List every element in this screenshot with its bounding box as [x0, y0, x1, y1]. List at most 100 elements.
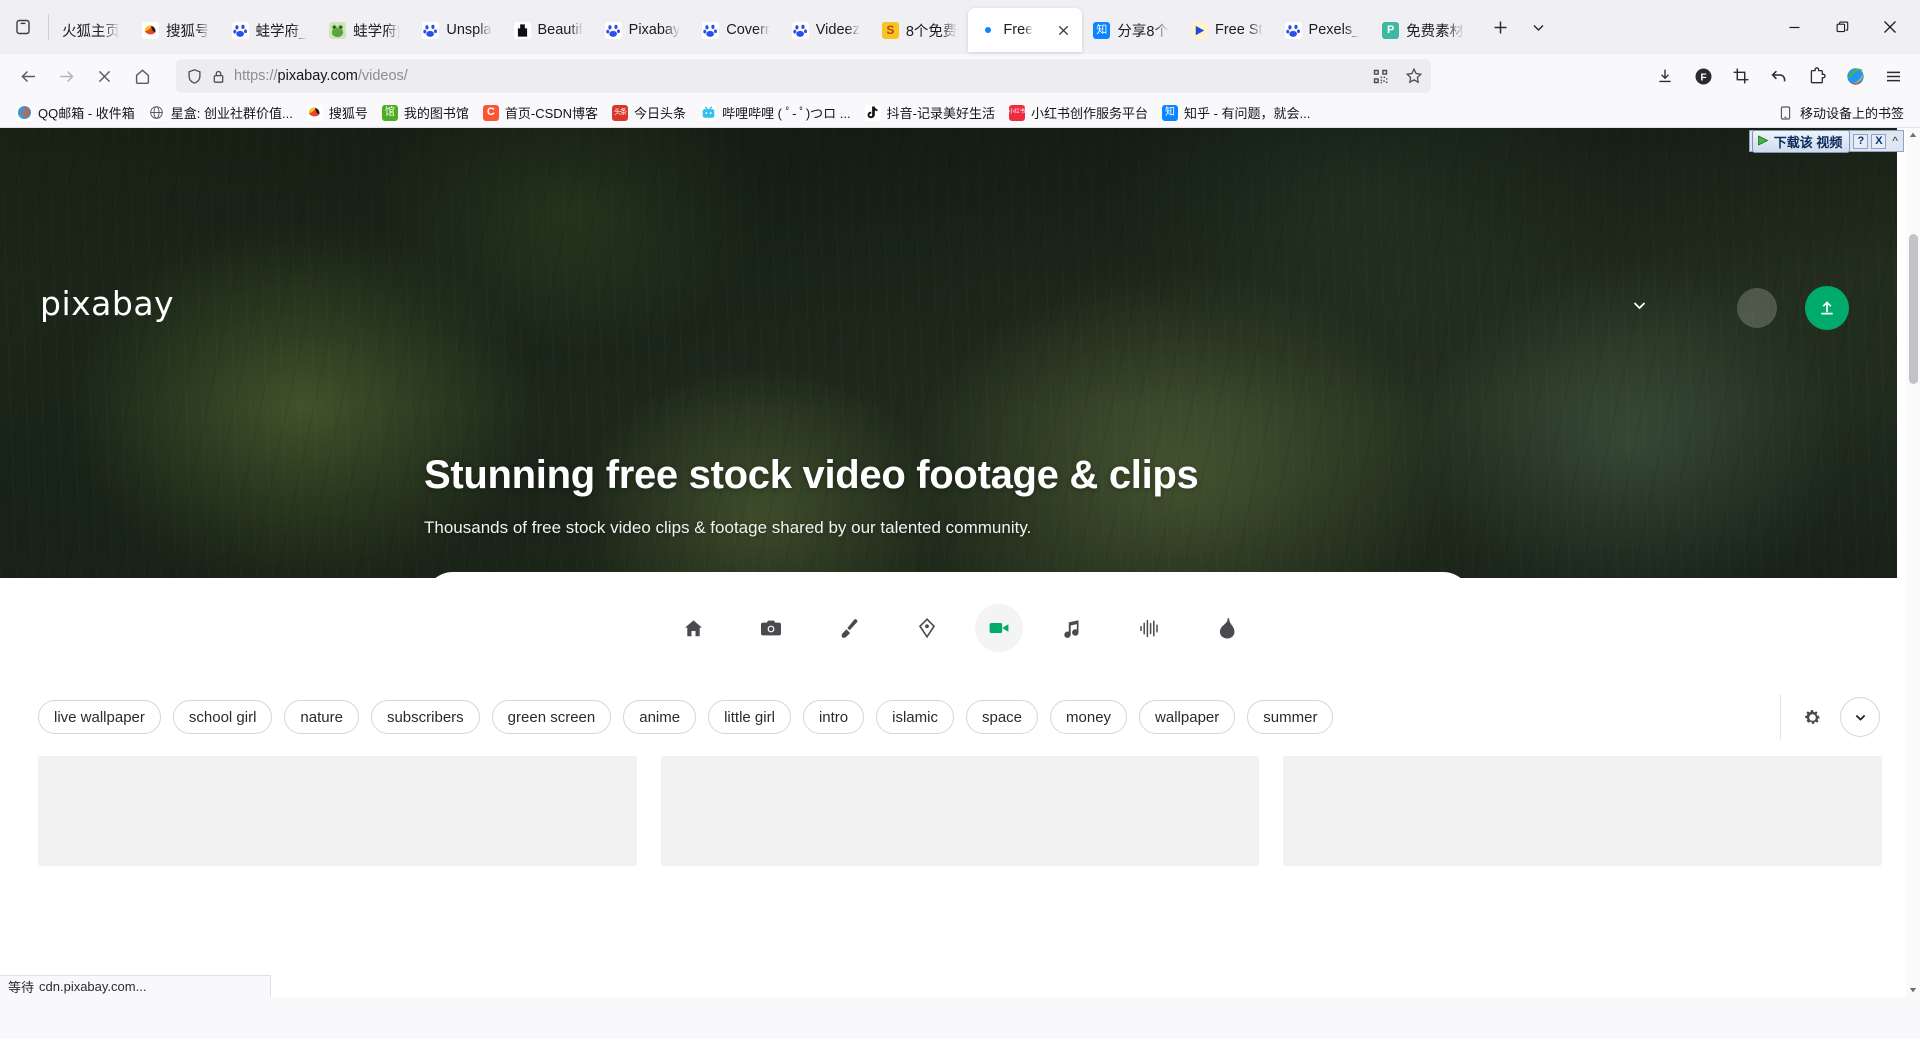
category-vectors-pen-icon[interactable]: [897, 604, 957, 652]
category-photos-camera-icon[interactable]: [741, 604, 801, 652]
firefox-account-icon[interactable]: F: [1686, 59, 1720, 93]
site-nav-chevron-down-icon[interactable]: [1630, 296, 1649, 320]
tag-chip[interactable]: islamic: [876, 700, 954, 734]
home-icon[interactable]: [124, 59, 160, 93]
new-tab-button[interactable]: [1481, 8, 1519, 46]
tab-unsplash[interactable]: Unspla: [411, 8, 502, 52]
avatar[interactable]: [1737, 288, 1777, 328]
expand-tags-chevron-down-icon[interactable]: [1840, 697, 1880, 737]
scrollbar-thumb[interactable]: [1909, 234, 1918, 384]
tag-chip[interactable]: intro: [802, 700, 865, 734]
category-illustrations-brush-icon[interactable]: [819, 604, 879, 652]
download-helper-help-button[interactable]: ?: [1853, 133, 1869, 149]
download-video-button[interactable]: 下载该 视频: [1751, 129, 1851, 153]
tag-chip[interactable]: anime: [623, 700, 697, 734]
tab-close-icon[interactable]: [1055, 22, 1071, 38]
sidebar-toggle-icon[interactable]: [0, 0, 46, 54]
tag-chip[interactable]: little girl: [708, 700, 791, 734]
bookmark-xinghe[interactable]: 星盒: 创业社群价值...: [143, 100, 299, 125]
baidu-favicon: [422, 21, 440, 39]
extension-puzzle-icon[interactable]: [1800, 59, 1834, 93]
category-gifs-flame-icon[interactable]: [1197, 604, 1257, 652]
bookmark-toutiao[interactable]: 头条 今日头条: [606, 100, 692, 125]
result-card-placeholder[interactable]: [660, 756, 1260, 866]
hero-overlay: [0, 128, 1897, 578]
downloads-icon[interactable]: [1648, 59, 1682, 93]
bookmark-xiaohongshu[interactable]: 小红书 小红书创作服务平台: [1003, 100, 1154, 125]
download-helper-collapse-button[interactable]: ^: [1889, 134, 1901, 148]
tab-free-material[interactable]: P 免费素材: [1371, 8, 1475, 52]
tab-sohu[interactable]: 搜狐号: [131, 8, 221, 52]
lock-icon[interactable]: [211, 69, 226, 84]
hero-banner: pixabay Stunning free stock video footag…: [0, 128, 1897, 578]
tab-pixabay-other[interactable]: Pixabay: [594, 8, 692, 52]
tab-videezy[interactable]: Videez: [781, 8, 871, 52]
tab-pexels[interactable]: Pexels_: [1274, 8, 1372, 52]
bookmark-sohu[interactable]: 搜狐号: [301, 100, 374, 125]
bookmark-zhihu[interactable]: 知 知乎 - 有问题，就会...: [1156, 100, 1316, 125]
category-home-icon[interactable]: [663, 604, 723, 652]
window-minimize-button[interactable]: [1770, 3, 1818, 51]
category-music-note-icon[interactable]: [1041, 604, 1101, 652]
tag-chip[interactable]: subscribers: [370, 700, 480, 734]
tag-chip[interactable]: summer: [1247, 700, 1334, 734]
tag-chip[interactable]: school girl: [172, 700, 273, 734]
undo-icon[interactable]: [1762, 59, 1796, 93]
tag-chip[interactable]: space: [965, 700, 1039, 734]
douyin-icon: [864, 104, 881, 121]
upload-button[interactable]: [1805, 286, 1849, 330]
tag-chip[interactable]: live wallpaper: [38, 700, 161, 734]
bookmark-qq-mail[interactable]: QQ邮箱 - 收件箱: [10, 100, 141, 125]
scrollbar-up-arrow-icon[interactable]: [1906, 128, 1920, 142]
tag-chip[interactable]: money: [1050, 700, 1128, 734]
tag-chip[interactable]: nature: [284, 700, 359, 734]
toutiao-icon: 头条: [612, 104, 629, 121]
csdn-icon: C: [482, 104, 499, 121]
bookmark-label: 今日头条: [634, 106, 687, 121]
bookmark-csdn[interactable]: C 首页-CSDN博客: [477, 100, 604, 125]
window-controls: [1770, 0, 1914, 54]
bookmark-bilibili[interactable]: 哔哩哔哩 ( ﾟ- ﾟ)つロ ...: [694, 100, 857, 125]
status-bar-prefix: 等待: [8, 980, 35, 995]
shield-icon[interactable]: [186, 68, 203, 85]
tab-firefox-home[interactable]: 火狐主页: [51, 8, 131, 52]
page-scrollbar[interactable]: [1906, 128, 1920, 997]
window-close-button[interactable]: [1866, 3, 1914, 51]
bookmark-douyin[interactable]: 抖音-记录美好生活: [859, 100, 1001, 125]
tab-beautiful[interactable]: Beautif: [503, 8, 594, 52]
screenshot-crop-icon[interactable]: [1724, 59, 1758, 93]
qr-code-icon[interactable]: [1372, 68, 1389, 85]
internet-download-manager-icon[interactable]: [1838, 59, 1872, 93]
beautiful-favicon: [513, 21, 531, 39]
tab-sogou-8free[interactable]: S 8个免费: [871, 8, 969, 52]
result-card-placeholder[interactable]: [1283, 756, 1883, 866]
result-card-placeholder[interactable]: [38, 756, 637, 866]
bookmark-label: 首页-CSDN博客: [504, 106, 599, 121]
tag-row-actions: [1780, 694, 1880, 740]
tag-chip[interactable]: wallpaper: [1139, 700, 1236, 734]
tab-free-active[interactable]: Free: [968, 8, 1083, 52]
download-helper-close-button[interactable]: X: [1871, 133, 1887, 149]
category-sound-effects-waveform-icon[interactable]: [1119, 604, 1179, 652]
tab-coverr[interactable]: Coverr: [691, 8, 781, 52]
bookmark-mobile-folder[interactable]: 移动设备上的书签: [1772, 100, 1910, 125]
list-all-tabs-button[interactable]: [1519, 8, 1557, 46]
stop-loading-icon[interactable]: [86, 59, 122, 93]
tab-wa-xuefu-1[interactable]: 蛙学府_: [221, 8, 319, 52]
address-bar[interactable]: https://pixabay.com/videos/: [176, 59, 1431, 93]
app-menu-icon[interactable]: [1876, 59, 1910, 93]
scrollbar-down-arrow-icon[interactable]: [1906, 983, 1920, 997]
window-maximize-button[interactable]: [1818, 3, 1866, 51]
tab-zhihu-share[interactable]: 知 分享8个: [1082, 8, 1180, 52]
hero-search-bar[interactable]: [424, 572, 1472, 578]
tag-chip[interactable]: green screen: [491, 700, 612, 734]
category-videos-camcorder-icon[interactable]: [975, 604, 1023, 652]
forward-arrow-icon[interactable]: [48, 59, 84, 93]
bookmark-star-icon[interactable]: [1405, 67, 1423, 85]
tab-wa-xuefu-2[interactable]: 蛙学府|: [318, 8, 411, 52]
gear-icon[interactable]: [1803, 708, 1822, 727]
back-arrow-icon[interactable]: [10, 59, 46, 93]
tab-free-stock[interactable]: Free St: [1180, 8, 1274, 52]
bookmark-360doc[interactable]: 馆 我的图书馆: [376, 100, 475, 125]
pixabay-logo[interactable]: pixabay: [40, 284, 174, 323]
